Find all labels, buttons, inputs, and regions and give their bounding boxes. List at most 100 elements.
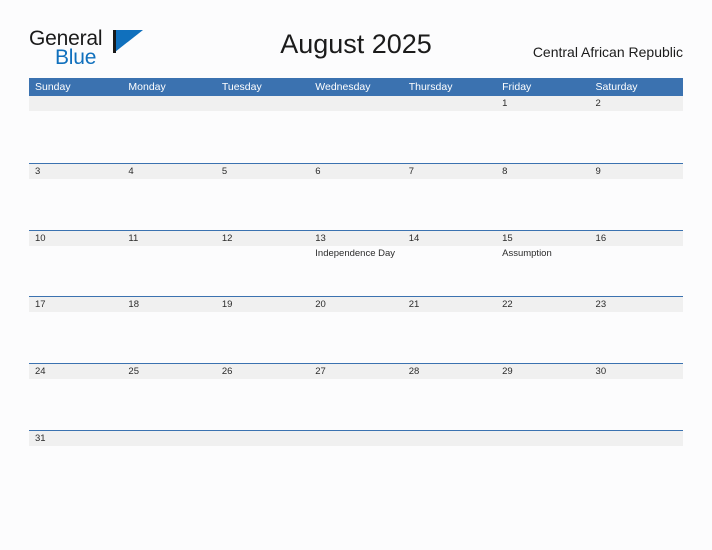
day-number: 26 (221, 366, 233, 378)
day-cell-7[interactable]: 7 (403, 164, 496, 230)
week-cells: 3 4 5 6 7 8 9 (29, 164, 683, 230)
day-number: 30 (595, 366, 607, 378)
day-number: 13 (315, 232, 326, 244)
day-cell-empty-wednesday (309, 96, 402, 163)
day-number: 27 (315, 366, 326, 378)
day-events: Assumption (502, 246, 589, 260)
day-number: 4 (128, 165, 134, 177)
day-cell-25[interactable]: 25 (122, 364, 215, 430)
day-cell-16[interactable]: 16 (590, 231, 683, 297)
day-number: 19 (221, 299, 233, 311)
day-number: 31 (35, 432, 46, 444)
day-number: 17 (35, 299, 46, 311)
day-number: 23 (595, 299, 607, 311)
day-cell-26[interactable]: 26 (216, 364, 309, 430)
day-cell-empty-thursday (403, 96, 496, 163)
weekday-friday: Friday (502, 81, 532, 93)
day-cell-18[interactable]: 18 (122, 297, 215, 363)
day-cell-21[interactable]: 21 (403, 297, 496, 363)
day-number: 2 (595, 98, 601, 109)
day-cell-31[interactable]: 31 (29, 431, 122, 497)
day-cell-24[interactable]: 24 (29, 364, 122, 430)
day-number: 18 (128, 299, 139, 311)
calendar-week-row: 31 (29, 429, 683, 497)
calendar-week-row: 10 11 12 13 Independence Day 14 15 Assumption 16 (29, 229, 683, 297)
day-number: 20 (315, 299, 326, 311)
week-cells: 17 18 19 20 21 22 23 (29, 297, 683, 363)
weekday-saturday: Saturday (595, 81, 638, 93)
weekday-sunday: Sunday (35, 81, 71, 93)
day-number: 1 (502, 98, 508, 109)
day-cell-empty-tuesday (216, 96, 309, 163)
weekday-tuesday: Tuesday (221, 81, 262, 93)
day-cell-empty-wednesday (309, 431, 402, 497)
day-number: 28 (408, 366, 420, 378)
day-number: 24 (35, 366, 46, 378)
day-cell-15[interactable]: 15 Assumption (496, 231, 589, 297)
day-cell-6[interactable]: 6 (309, 164, 402, 230)
day-cell-9[interactable]: 9 (590, 164, 683, 230)
day-cell-29[interactable]: 29 (496, 364, 589, 430)
week-cells: 24 25 26 27 28 29 30 (29, 364, 683, 430)
day-cell-3[interactable]: 3 (29, 164, 122, 230)
day-cell-empty-tuesday (216, 431, 309, 497)
day-cell-empty-monday (122, 96, 215, 163)
weekday-header-row: Sunday Monday Tuesday Wednesday Thursday… (29, 78, 683, 96)
day-cell-22[interactable]: 22 (496, 297, 589, 363)
day-number: 3 (35, 165, 41, 177)
day-number: 6 (315, 165, 321, 177)
day-number: 16 (595, 232, 607, 244)
day-number: 11 (128, 232, 139, 244)
calendar-week-list: 1 2 3 4 5 6 7 8 9 10 11 12 13 Independence Day 14 15 Ass… (29, 96, 683, 497)
day-number: 14 (408, 232, 420, 244)
day-cell-10[interactable]: 10 (29, 231, 122, 297)
holiday-label: Assumption (502, 247, 552, 259)
calendar-week-row: 3 4 5 6 7 8 9 (29, 162, 683, 230)
day-cell-2[interactable]: 2 (590, 96, 683, 163)
week-cells: 31 (29, 431, 683, 497)
day-number: 5 (221, 165, 228, 177)
day-cell-19[interactable]: 19 (216, 297, 309, 363)
day-number: 9 (595, 165, 601, 177)
day-cell-1[interactable]: 1 (496, 96, 589, 163)
calendar-page: General Blue August 2025 Central African… (0, 0, 712, 550)
day-number: 7 (408, 165, 414, 177)
day-cell-empty-thursday (403, 431, 496, 497)
day-cell-4[interactable]: 4 (122, 164, 215, 230)
day-cell-empty-monday (122, 431, 215, 497)
day-number: 22 (502, 299, 513, 311)
week-cells: 12 (29, 96, 683, 163)
day-cell-17[interactable]: 17 (29, 297, 122, 363)
day-cell-empty-sunday (29, 96, 122, 163)
weekday-monday: Monday (128, 81, 166, 93)
calendar-week-row: 17 18 19 20 21 22 23 (29, 296, 683, 363)
day-cell-5[interactable]: 5 (216, 164, 309, 230)
day-number: 8 (502, 165, 508, 177)
weekday-thursday: Thursday (408, 81, 453, 93)
day-number: 21 (408, 299, 420, 311)
day-cell-20[interactable]: 20 (309, 297, 402, 363)
day-cell-8[interactable]: 8 (496, 164, 589, 230)
day-cell-30[interactable]: 30 (590, 364, 683, 430)
page-header: General Blue August 2025 Central African… (0, 0, 712, 78)
region-label: Central African Republic (532, 44, 683, 60)
day-cell-23[interactable]: 23 (590, 297, 683, 363)
day-number: 29 (502, 366, 513, 378)
day-number: 25 (128, 366, 139, 378)
day-cell-28[interactable]: 28 (403, 364, 496, 430)
day-cell-27[interactable]: 27 (309, 364, 402, 430)
day-cell-empty-friday (496, 431, 589, 497)
holiday-label: Independence Day (315, 247, 396, 259)
day-cell-14[interactable]: 14 (403, 231, 496, 297)
calendar-week-row: 24 25 26 27 28 29 30 (29, 363, 683, 430)
day-cell-11[interactable]: 11 (122, 231, 215, 297)
day-events: Independence Day (315, 246, 402, 260)
weekday-wednesday: Wednesday (315, 81, 371, 93)
day-cell-12[interactable]: 12 (216, 231, 309, 297)
day-cell-13[interactable]: 13 Independence Day (309, 231, 402, 297)
week-cells: 10 11 12 13 Independence Day 14 15 Assumption 16 (29, 231, 683, 297)
day-cell-empty-saturday (590, 431, 683, 497)
day-number: 10 (35, 232, 46, 244)
calendar-week-row: 12 (29, 96, 683, 163)
day-number: 12 (221, 232, 233, 244)
